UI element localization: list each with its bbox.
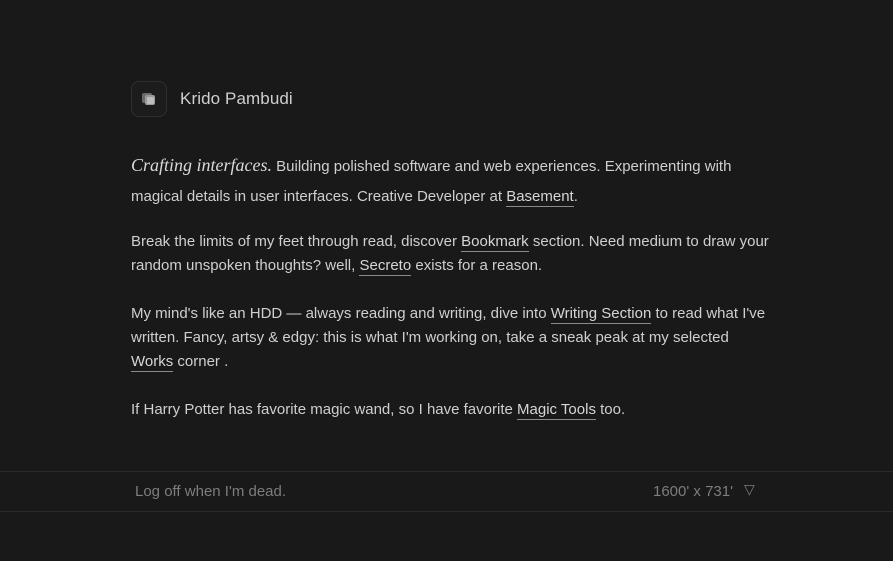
- works-link[interactable]: Works: [131, 353, 174, 372]
- cube-icon: [142, 93, 155, 105]
- magic-tools-paragraph: If Harry Potter has favorite magic wand,…: [131, 398, 771, 422]
- bookmark-link[interactable]: Bookmark: [461, 233, 529, 252]
- triangle-icon[interactable]: ▽: [744, 481, 755, 498]
- para3-text: My mind's like an HDD — always reading a…: [131, 305, 551, 322]
- para2-text-end: exists for a reason.: [411, 257, 543, 274]
- intro-paragraph: Crafting interfaces. Building polished s…: [131, 150, 771, 212]
- writing-section-link[interactable]: Writing Section: [550, 305, 652, 324]
- bookmark-paragraph: Break the limits of my feet through read…: [131, 230, 771, 278]
- site-name[interactable]: Krido Pambudi: [180, 89, 293, 109]
- basement-link[interactable]: Basement: [506, 188, 574, 207]
- footer-tagline: Log off when I'm dead.: [135, 483, 287, 500]
- para3-text-end: corner .: [173, 353, 229, 370]
- bio-content: Crafting interfaces. Building polished s…: [131, 150, 771, 446]
- writing-paragraph: My mind's like an HDD — always reading a…: [131, 302, 771, 374]
- logo-button[interactable]: [131, 81, 167, 117]
- footer: Log off when I'm dead. 1600' x 731' ▽: [0, 471, 893, 512]
- page: Krido Pambudi Crafting interfaces. Build…: [0, 0, 893, 561]
- intro-italic-lead: Crafting interfaces.: [131, 155, 272, 175]
- para4-text: If Harry Potter has favorite magic wand,…: [131, 401, 518, 418]
- viewport-dimensions: 1600' x 731': [653, 483, 733, 500]
- para2-text: Break the limits of my feet through read…: [131, 233, 462, 250]
- header: Krido Pambudi: [131, 81, 293, 117]
- secreto-link[interactable]: Secreto: [359, 257, 412, 276]
- magic-tools-link[interactable]: Magic Tools: [517, 401, 596, 420]
- intro-text-end: .: [573, 188, 578, 205]
- para4-text-end: too.: [595, 401, 626, 418]
